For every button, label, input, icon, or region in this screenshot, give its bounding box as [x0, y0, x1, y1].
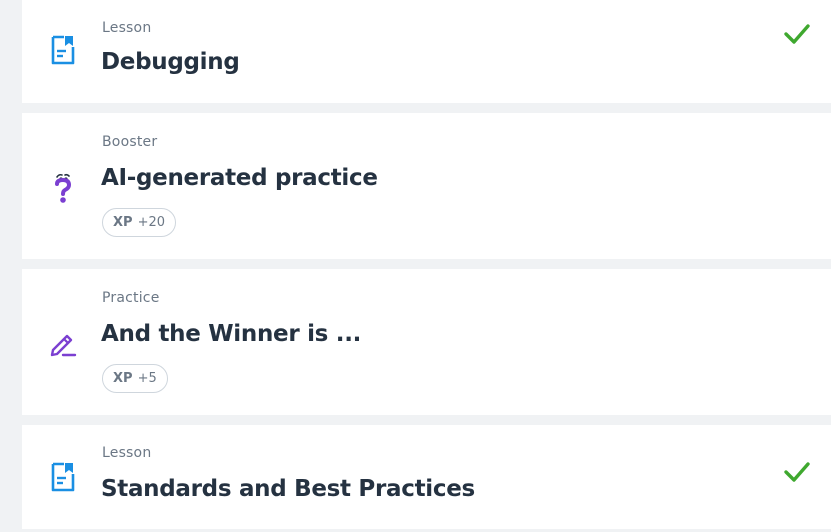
pencil-icon: [48, 328, 78, 358]
list-item-booster-ai-practice[interactable]: Booster AI-generated practice XP +20: [22, 113, 831, 259]
lesson-list: Lesson Debugging Booster AI-generated pr…: [22, 0, 831, 529]
item-type-label: Practice: [102, 290, 160, 306]
list-item-practice-winner[interactable]: Practice And the Winner is ... XP +5: [22, 269, 831, 415]
item-title: Debugging: [101, 49, 240, 75]
item-type-label: Lesson: [102, 20, 152, 36]
xp-label: XP: [113, 215, 133, 230]
xp-value: +5: [137, 371, 157, 386]
item-type-label: Lesson: [102, 445, 152, 461]
list-item-lesson-debugging[interactable]: Lesson Debugging: [22, 0, 831, 103]
completed-check-icon: [783, 460, 811, 484]
item-type-label: Booster: [102, 134, 158, 150]
completed-check-icon: [783, 22, 811, 46]
lesson-document-icon: [48, 462, 78, 492]
question-mark-icon: [48, 172, 78, 203]
xp-label: XP: [113, 371, 133, 386]
list-item-lesson-standards[interactable]: Lesson Standards and Best Practices: [22, 425, 831, 529]
xp-badge: XP +20: [102, 208, 176, 237]
lesson-document-icon: [48, 35, 78, 65]
xp-badge: XP +5: [102, 364, 168, 393]
xp-value: +20: [137, 215, 165, 230]
item-title: And the Winner is ...: [101, 321, 362, 347]
item-title: Standards and Best Practices: [101, 476, 475, 502]
item-title: AI-generated practice: [101, 165, 378, 191]
